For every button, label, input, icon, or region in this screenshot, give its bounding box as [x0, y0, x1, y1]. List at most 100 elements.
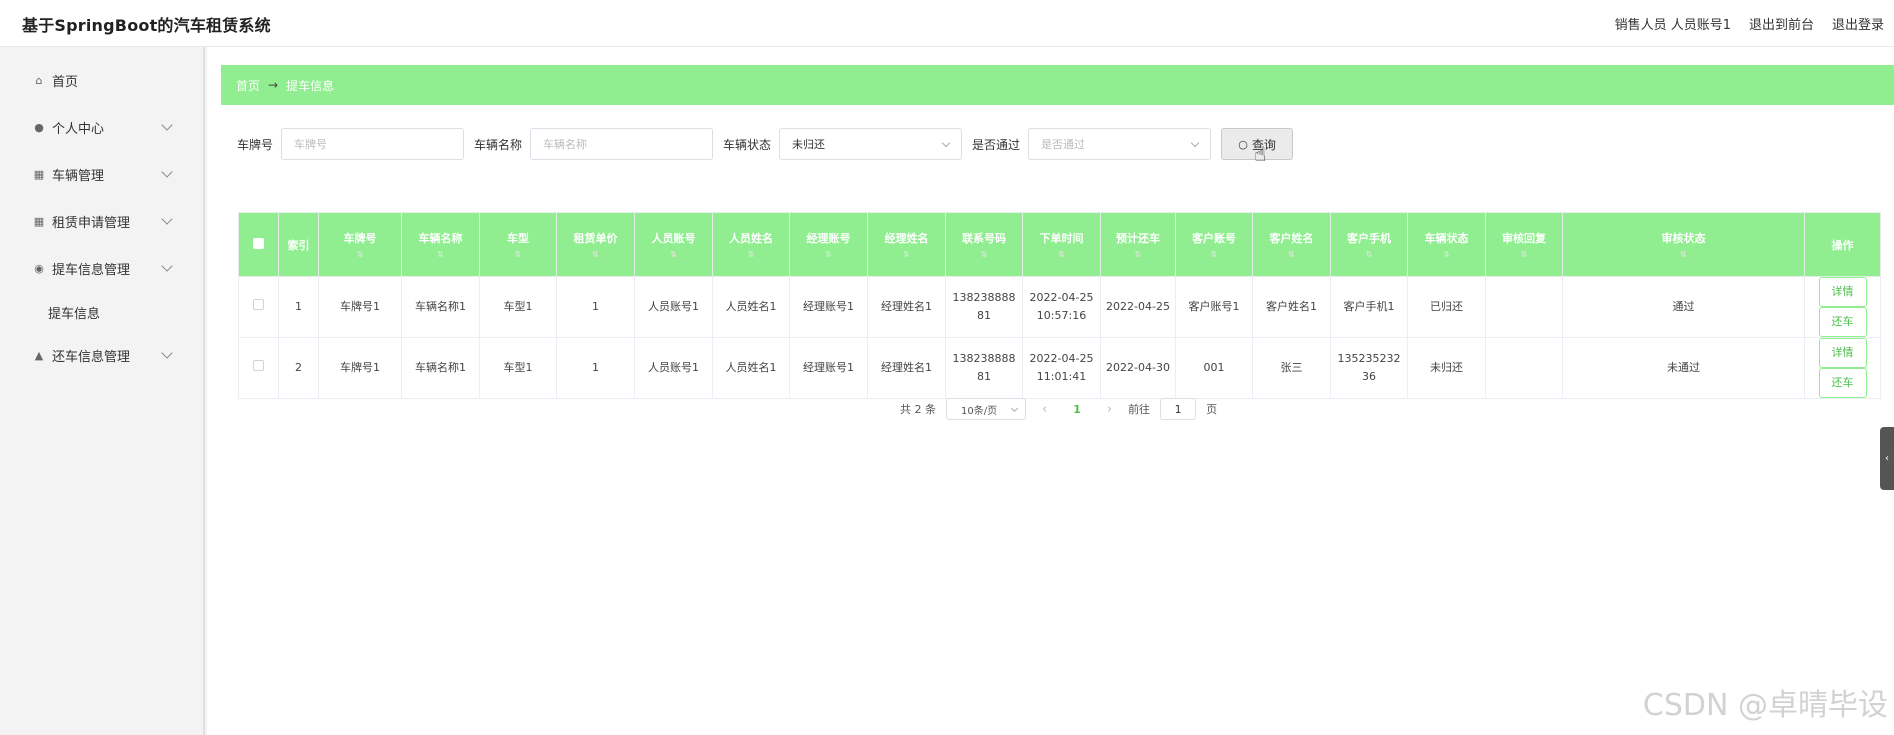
- column-header-label: 经理账号: [806, 231, 851, 245]
- column-header[interactable]: 下单时间 ⇅: [1022, 212, 1101, 277]
- column-header[interactable]: 人员姓名 ⇅: [712, 212, 790, 277]
- sort-icon[interactable]: ⇅: [559, 250, 632, 260]
- chevron-down-icon: [161, 213, 173, 225]
- grid-icon: ▦: [33, 168, 45, 181]
- sidebar-item-label: 租赁申请管理: [52, 216, 131, 231]
- row-select-cell[interactable]: [238, 276, 279, 338]
- column-header[interactable]: 车辆状态 ⇅: [1407, 212, 1486, 277]
- sort-icon[interactable]: ⇅: [321, 250, 399, 260]
- table-cell: 13823888881: [945, 337, 1023, 399]
- table-cell: 车辆名称1: [401, 276, 480, 338]
- sort-icon[interactable]: ⇅: [715, 250, 787, 260]
- sidebar-item-home[interactable]: ⌂ 首页: [0, 57, 203, 104]
- sort-icon[interactable]: ⇅: [1178, 250, 1250, 260]
- status-label: 车辆状态: [723, 137, 772, 152]
- sort-icon[interactable]: ⇅: [870, 250, 943, 260]
- column-header: 操作: [1804, 212, 1881, 277]
- detail-button[interactable]: 详情: [1818, 338, 1867, 368]
- column-header[interactable]: 车牌号 ⇅: [318, 212, 402, 277]
- pagination-total: 共 2 条: [900, 403, 936, 416]
- table-cell: 已归还: [1407, 276, 1486, 338]
- row-select-cell[interactable]: [238, 337, 279, 399]
- table-row: 1 车牌号1 车辆名称1 车型1 1 人员账号1 人员姓名1 经理账号1 经理姓…: [238, 276, 1881, 338]
- logout-link[interactable]: 退出登录: [1832, 14, 1884, 33]
- table-cell: 张三: [1252, 337, 1331, 399]
- page-size-select[interactable]: 10条/页: [946, 398, 1026, 420]
- column-header[interactable]: 审核状态 ⇅: [1562, 212, 1805, 277]
- sidebar-item-pickup[interactable]: ◉ 提车信息管理: [0, 245, 203, 292]
- select-all-checkbox[interactable]: [253, 237, 264, 249]
- status-select[interactable]: 未归还: [779, 128, 963, 160]
- side-collapse-tab[interactable]: ‹: [1880, 427, 1894, 490]
- sidebar-subitem-pickup-info[interactable]: 提车信息: [0, 292, 203, 332]
- page-jump-input[interactable]: 1: [1160, 398, 1197, 420]
- return-car-button[interactable]: 还车: [1818, 368, 1867, 398]
- row-checkbox[interactable]: [253, 299, 264, 310]
- sort-icon[interactable]: ⇅: [404, 250, 477, 260]
- pass-select[interactable]: 是否通过: [1028, 128, 1212, 160]
- sidebar-item-vehicle[interactable]: ▦ 车辆管理: [0, 151, 203, 198]
- sort-icon[interactable]: ⇅: [1255, 250, 1328, 260]
- sidebar-item-label: 还车信息管理: [52, 350, 131, 365]
- sidebar-item-personal[interactable]: ● 个人中心: [0, 104, 203, 151]
- detail-button[interactable]: 详情: [1818, 277, 1867, 307]
- column-header[interactable]: 人员账号 ⇅: [634, 212, 713, 277]
- next-page-button[interactable]: ›: [1101, 402, 1118, 417]
- page-number-current[interactable]: 1: [1063, 403, 1091, 416]
- breadcrumb-home[interactable]: 首页: [236, 77, 260, 94]
- sort-icon[interactable]: ⇅: [1410, 250, 1483, 260]
- column-header[interactable]: 客户账号 ⇅: [1175, 212, 1253, 277]
- table-cell: 经理姓名1: [867, 276, 946, 338]
- plate-input[interactable]: 车牌号: [281, 128, 465, 160]
- prev-page-button[interactable]: ‹: [1036, 402, 1053, 417]
- table-cell: 车牌号1: [318, 337, 402, 399]
- chevron-down-icon: [1190, 138, 1200, 148]
- sort-icon[interactable]: ⇅: [792, 250, 865, 260]
- status-select-value: 未归还: [792, 138, 826, 151]
- table-header-row: 索引 车牌号 ⇅ 车辆名称 ⇅ 车型 ⇅ 租赁单价 ⇅ 人员账号 ⇅ 人员姓名 ⇅ 经理账号…: [238, 212, 1881, 277]
- name-input[interactable]: 车辆名称: [530, 128, 714, 160]
- sidebar-item-label: 车辆管理: [52, 169, 105, 184]
- sort-icon[interactable]: ⇅: [948, 250, 1020, 260]
- column-header[interactable]: 客户姓名 ⇅: [1252, 212, 1331, 277]
- breadcrumb-current: 提车信息: [286, 78, 335, 93]
- sort-icon[interactable]: ⇅: [637, 250, 710, 260]
- sort-icon[interactable]: ⇅: [1333, 250, 1405, 260]
- sidebar-item-return[interactable]: ▲ 还车信息管理: [0, 332, 203, 379]
- column-header[interactable]: 客户手机 ⇅: [1330, 212, 1408, 277]
- sort-icon[interactable]: ⇅: [482, 250, 554, 260]
- column-header[interactable]: 预计还车 ⇅: [1100, 212, 1176, 277]
- table-cell: 客户姓名1: [1252, 276, 1331, 338]
- back-to-front-link[interactable]: 退出到前台: [1749, 14, 1814, 33]
- select-all-header[interactable]: [238, 212, 279, 277]
- table-cell: 未归还: [1407, 337, 1486, 399]
- column-header[interactable]: 经理姓名 ⇅: [867, 212, 946, 277]
- row-checkbox[interactable]: [253, 360, 264, 371]
- pagination: 共 2 条 10条/页 ‹ 1 › 前往 1 页: [900, 398, 1217, 420]
- column-header-label: 客户姓名: [1269, 231, 1314, 245]
- sort-icon[interactable]: ⇅: [1488, 250, 1560, 260]
- column-header-label: 下单时间: [1039, 231, 1084, 245]
- table-cell: 人员姓名1: [712, 276, 790, 338]
- sort-icon[interactable]: ⇅: [1565, 250, 1802, 260]
- table-cell: 1: [278, 276, 319, 338]
- column-header[interactable]: 经理账号 ⇅: [789, 212, 868, 277]
- column-header[interactable]: 审核回复 ⇅: [1485, 212, 1563, 277]
- table-cell: 未通过: [1562, 337, 1805, 399]
- breadcrumb: 首页 → 提车信息: [221, 65, 1894, 105]
- chevron-down-icon: [161, 347, 173, 359]
- column-header-label: 车型: [507, 231, 529, 245]
- sort-icon[interactable]: ⇅: [1025, 250, 1098, 260]
- sidebar-item-rental[interactable]: ▦ 租赁申请管理: [0, 198, 203, 245]
- column-header[interactable]: 车辆名称 ⇅: [401, 212, 480, 277]
- sort-icon[interactable]: ⇅: [1103, 250, 1173, 260]
- table-cell: [1485, 337, 1563, 399]
- return-car-button[interactable]: 还车: [1818, 307, 1867, 337]
- search-button[interactable]: ○ 查询 ☝: [1221, 128, 1294, 166]
- column-header[interactable]: 租赁单价 ⇅: [556, 212, 635, 277]
- column-header[interactable]: 车型 ⇅: [479, 212, 557, 277]
- column-header[interactable]: 联系号码 ⇅: [945, 212, 1023, 277]
- table-cell: 13823888881: [945, 276, 1023, 338]
- column-header-label: 车辆名称: [418, 231, 463, 245]
- grid-icon: ▦: [33, 215, 45, 228]
